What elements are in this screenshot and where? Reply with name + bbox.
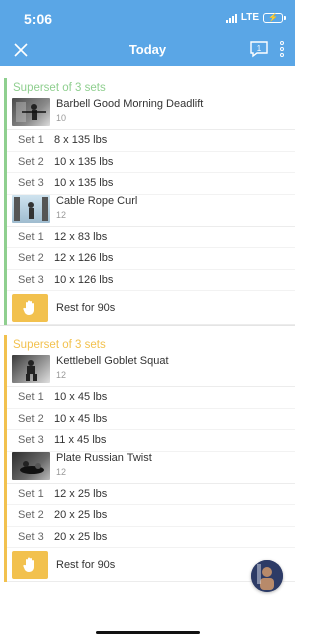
comments-button[interactable]: 1 xyxy=(249,40,269,58)
exercise-row[interactable]: Cable Rope Curl 12 xyxy=(6,194,295,227)
exercise-reps: 12 xyxy=(56,370,67,380)
superset-block: Superset of 3 sets Barbell Good Morning … xyxy=(0,78,295,325)
exercise-thumbnail xyxy=(12,451,50,480)
set-label: Set 2 xyxy=(18,252,44,265)
battery-icon: ⚡ xyxy=(263,12,286,23)
set-row[interactable]: Set 1 12 x 83 lbs xyxy=(6,227,295,248)
set-row[interactable]: Set 3 11 x 45 lbs xyxy=(6,430,295,452)
exercise-name: Cable Rope Curl xyxy=(56,194,138,207)
exercise-thumbnail xyxy=(12,98,50,126)
set-row[interactable]: Set 3 20 x 25 lbs xyxy=(6,527,295,548)
set-label: Set 1 xyxy=(18,391,44,404)
set-label: Set 1 xyxy=(18,487,44,500)
set-row[interactable]: Set 1 10 x 45 lbs xyxy=(6,387,295,409)
section-divider xyxy=(0,325,295,335)
set-value: 10 x 135 lbs xyxy=(54,177,114,190)
superset-title: Superset of 3 sets xyxy=(13,339,106,351)
set-label: Set 3 xyxy=(18,434,44,447)
exercise-name: Kettlebell Goblet Squat xyxy=(56,355,169,367)
set-value: 8 x 135 lbs xyxy=(54,134,108,147)
workout-content: Superset of 3 sets Barbell Good Morning … xyxy=(0,66,295,640)
exercise-reps: 12 xyxy=(56,466,67,477)
set-value: 11 x 45 lbs xyxy=(54,434,107,447)
set-row[interactable]: Set 1 12 x 25 lbs xyxy=(6,484,295,505)
comment-icon: 1 xyxy=(250,41,268,58)
rest-label: Rest for 90s xyxy=(56,558,116,571)
rest-row[interactable]: Rest for 90s xyxy=(6,291,295,325)
status-indicators: LTE ⚡ xyxy=(225,12,286,23)
set-row[interactable]: Set 3 10 x 135 lbs xyxy=(6,173,295,195)
set-value: 10 x 45 lbs xyxy=(54,412,108,425)
rest-hand-icon xyxy=(12,293,48,322)
more-dot-icon xyxy=(280,53,284,57)
set-label: Set 2 xyxy=(18,509,44,522)
set-value: 10 x 135 lbs xyxy=(54,155,114,168)
rest-label: Rest for 90s xyxy=(56,301,116,314)
signal-icon xyxy=(225,13,237,23)
more-dot-icon xyxy=(280,41,284,45)
superset-block: Superset of 3 sets Kettlebell Goblet Squ… xyxy=(0,335,295,582)
rest-hand-icon xyxy=(12,550,48,579)
set-value: 20 x 25 lbs xyxy=(54,530,108,543)
set-label: Set 1 xyxy=(18,230,44,243)
exercise-name: Plate Russian Twist xyxy=(56,451,152,464)
set-row[interactable]: Set 2 10 x 135 lbs xyxy=(6,152,295,173)
network-label: LTE xyxy=(240,12,259,23)
set-label: Set 2 xyxy=(18,155,44,168)
trainer-avatar[interactable] xyxy=(251,560,283,592)
set-label: Set 3 xyxy=(18,530,44,543)
svg-text:1: 1 xyxy=(257,44,262,53)
superset-title: Superset of 3 sets xyxy=(13,82,106,94)
status-time: 5:06 xyxy=(24,11,53,27)
set-value: 10 x 126 lbs xyxy=(54,273,114,286)
set-label: Set 1 xyxy=(18,134,44,147)
status-bar: 5:06 LTE ⚡ xyxy=(0,0,295,34)
set-value: 12 x 126 lbs xyxy=(54,252,114,265)
app-header: Today 1 xyxy=(0,34,295,66)
exercise-thumbnail xyxy=(12,355,50,383)
set-row[interactable]: Set 1 8 x 135 lbs xyxy=(6,130,295,152)
more-options-button[interactable] xyxy=(277,39,287,59)
set-row[interactable]: Set 2 10 x 45 lbs xyxy=(6,409,295,430)
set-label: Set 3 xyxy=(18,177,44,190)
set-value: 12 x 83 lbs xyxy=(54,230,108,243)
exercise-row[interactable]: Plate Russian Twist 12 xyxy=(6,451,295,484)
more-dot-icon xyxy=(280,47,284,51)
set-value: 12 x 25 lbs xyxy=(54,487,108,500)
set-value: 10 x 45 lbs xyxy=(54,391,108,404)
superset-color-bar xyxy=(4,78,7,325)
home-indicator xyxy=(96,631,200,634)
set-label: Set 3 xyxy=(18,273,44,286)
exercise-name: Barbell Good Morning Deadlift xyxy=(56,98,204,110)
exercise-thumbnail xyxy=(12,194,50,223)
superset-color-bar xyxy=(4,335,7,582)
set-value: 20 x 25 lbs xyxy=(54,509,108,522)
set-label: Set 2 xyxy=(18,412,44,425)
set-row[interactable]: Set 2 12 x 126 lbs xyxy=(6,248,295,270)
exercise-reps: 12 xyxy=(56,209,67,220)
exercise-reps: 10 xyxy=(56,113,67,123)
set-row[interactable]: Set 2 20 x 25 lbs xyxy=(6,505,295,527)
exercise-row[interactable]: Barbell Good Morning Deadlift 10 xyxy=(6,98,295,130)
exercise-row[interactable]: Kettlebell Goblet Squat 12 xyxy=(6,355,295,387)
set-row[interactable]: Set 3 10 x 126 lbs xyxy=(6,270,295,291)
